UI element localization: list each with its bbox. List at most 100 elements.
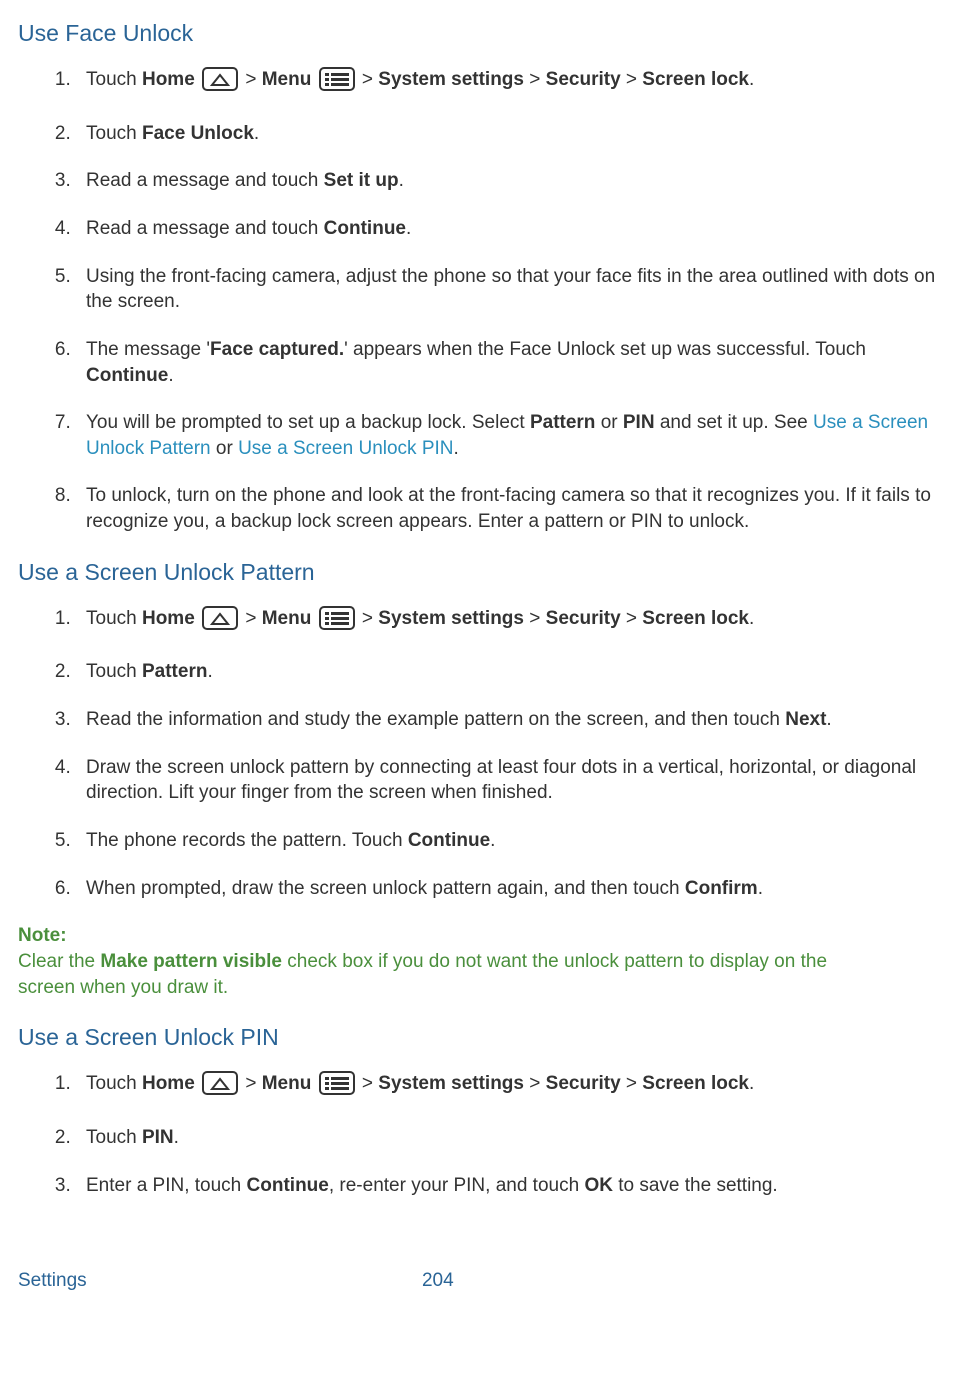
step-text: . <box>454 438 459 459</box>
list-item: Touch Home > Menu > System settings > Se… <box>76 67 943 99</box>
step-bold: Home <box>142 608 195 629</box>
link-unlock-pin[interactable]: Use a Screen Unlock PIN <box>238 438 453 459</box>
step-bold: System settings <box>378 69 524 90</box>
step-text: > <box>621 69 643 90</box>
step-text: . <box>490 830 495 851</box>
list-item: To unlock, turn on the phone and look at… <box>76 483 943 534</box>
step-bold: PIN <box>623 412 655 433</box>
home-icon <box>202 67 238 99</box>
step-text: and set it up. See <box>655 412 813 433</box>
note-label: Note: <box>18 923 76 949</box>
footer: Settings 204 <box>18 1268 943 1294</box>
step-bold: Security <box>546 608 621 629</box>
step-text: Read a message and touch <box>86 218 324 239</box>
list-item: Touch Home > Menu > System settings > Se… <box>76 606 943 638</box>
step-text: > <box>357 69 379 90</box>
step-text: . <box>207 661 212 682</box>
step-text: > <box>621 1073 643 1094</box>
step-bold: PIN <box>142 1127 174 1148</box>
step-bold: System settings <box>378 608 524 629</box>
step-text: > <box>621 608 643 629</box>
list-item: The phone records the pattern. Touch Con… <box>76 828 943 854</box>
footer-page-number: 204 <box>422 1268 454 1294</box>
step-bold: Security <box>546 69 621 90</box>
steps-unlock-pattern: Touch Home > Menu > System settings > Se… <box>18 606 943 901</box>
step-text: ' appears when the Face Unlock set up wa… <box>344 339 866 360</box>
step-bold: System settings <box>378 1073 524 1094</box>
step-text: > <box>524 608 546 629</box>
menu-icon <box>319 606 355 638</box>
step-bold: Continue <box>324 218 406 239</box>
steps-unlock-pin: Touch Home > Menu > System settings > Se… <box>18 1071 943 1198</box>
step-text: . <box>749 1073 754 1094</box>
list-item: Read a message and touch Continue. <box>76 216 943 242</box>
step-text: Touch <box>86 1073 142 1094</box>
step-text: The message ' <box>86 339 210 360</box>
menu-icon <box>319 1071 355 1103</box>
list-item: Read a message and touch Set it up. <box>76 168 943 194</box>
step-bold: Set it up <box>324 170 399 191</box>
step-text: . <box>826 709 831 730</box>
step-text: . <box>254 123 259 144</box>
step-text: . <box>749 608 754 629</box>
note-block: Note: Clear the Make pattern visible che… <box>18 923 943 1000</box>
step-text: > <box>357 608 379 629</box>
list-item: When prompted, draw the screen unlock pa… <box>76 876 943 902</box>
step-text: > <box>524 69 546 90</box>
step-bold: Menu <box>262 1073 312 1094</box>
footer-section: Settings <box>18 1270 87 1291</box>
note-bold: Make pattern visible <box>100 951 282 972</box>
step-bold: Home <box>142 69 195 90</box>
step-bold: Pattern <box>530 412 595 433</box>
step-text: > <box>240 1073 262 1094</box>
step-bold: Face Unlock <box>142 123 254 144</box>
step-text: Read a message and touch <box>86 170 324 191</box>
step-bold: Home <box>142 1073 195 1094</box>
step-text: . <box>749 69 754 90</box>
step-bold: Pattern <box>142 661 207 682</box>
list-item: Touch Pattern. <box>76 659 943 685</box>
list-item: Read the information and study the examp… <box>76 707 943 733</box>
step-text: > <box>240 69 262 90</box>
step-text: > <box>357 1073 379 1094</box>
step-text: When prompted, draw the screen unlock pa… <box>86 878 685 899</box>
step-text: . <box>406 218 411 239</box>
step-text: The phone records the pattern. Touch <box>86 830 408 851</box>
step-text: Touch <box>86 69 142 90</box>
note-text: Clear the <box>18 951 100 972</box>
step-bold: Menu <box>262 608 312 629</box>
step-bold: Screen lock <box>642 608 749 629</box>
step-text: Touch <box>86 661 142 682</box>
step-bold: OK <box>584 1175 613 1196</box>
home-icon <box>202 606 238 638</box>
step-text: . <box>168 365 173 386</box>
step-text: to save the setting. <box>613 1175 778 1196</box>
menu-icon <box>319 67 355 99</box>
step-text: . <box>399 170 404 191</box>
step-text: Read the information and study the examp… <box>86 709 785 730</box>
list-item: Touch Face Unlock. <box>76 121 943 147</box>
step-bold: Continue <box>86 365 168 386</box>
heading-unlock-pattern: Use a Screen Unlock Pattern <box>18 557 943 588</box>
step-text: > <box>240 608 262 629</box>
list-item: Enter a PIN, touch Continue, re-enter yo… <box>76 1173 943 1199</box>
step-bold: Continue <box>247 1175 329 1196</box>
step-text: or <box>211 438 238 459</box>
list-item: Touch PIN. <box>76 1125 943 1151</box>
step-bold: Face captured. <box>210 339 344 360</box>
step-text: > <box>524 1073 546 1094</box>
steps-face-unlock: Touch Home > Menu > System settings > Se… <box>18 67 943 535</box>
step-text: Touch <box>86 123 142 144</box>
step-text: Touch <box>86 1127 142 1148</box>
step-bold: Next <box>785 709 826 730</box>
heading-face-unlock: Use Face Unlock <box>18 18 943 49</box>
step-text: Touch <box>86 608 142 629</box>
step-bold: Continue <box>408 830 490 851</box>
step-bold: Screen lock <box>642 69 749 90</box>
step-text: . <box>758 878 763 899</box>
step-bold: Confirm <box>685 878 758 899</box>
step-bold: Menu <box>262 69 312 90</box>
list-item: Using the front-facing camera, adjust th… <box>76 264 943 315</box>
step-text: . <box>174 1127 179 1148</box>
list-item: You will be prompted to set up a backup … <box>76 410 943 461</box>
